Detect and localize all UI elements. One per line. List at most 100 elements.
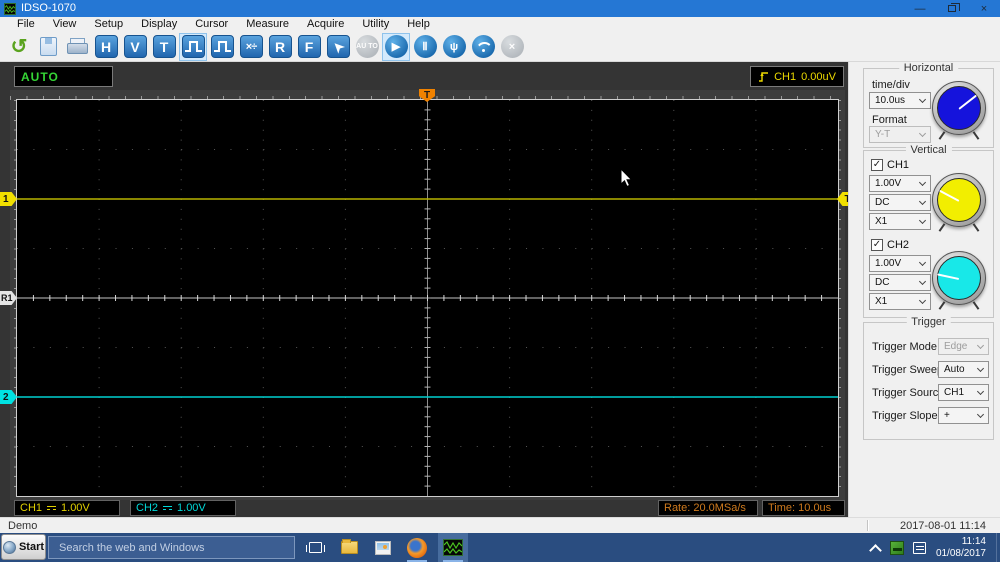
- menu-cursor[interactable]: Cursor: [186, 17, 237, 32]
- chevron-down-icon: [918, 129, 927, 137]
- show-desktop-button[interactable]: [996, 533, 1000, 562]
- menu-file[interactable]: File: [8, 17, 44, 32]
- waveform-display[interactable]: [16, 99, 839, 497]
- cursor-measure-button[interactable]: ➤: [324, 33, 352, 61]
- trigger-level-value: 0.00uV: [801, 70, 836, 83]
- idso-waveform-icon: [443, 539, 463, 556]
- trigger-mode-label: Trigger Mode: [872, 341, 938, 353]
- action-center-icon[interactable]: [912, 541, 926, 554]
- graticule-and-traces: [17, 100, 838, 496]
- square-wave-capture-icon: [210, 35, 234, 58]
- chevron-down-icon: [976, 410, 985, 418]
- timediv-select[interactable]: 10.0us: [869, 92, 931, 109]
- mouse-cursor: [620, 169, 633, 188]
- reference-button[interactable]: R: [266, 33, 294, 61]
- vertical-icon: V: [123, 35, 147, 58]
- horizontal-group-title: Horizontal: [898, 62, 959, 74]
- taskbar-clock[interactable]: 11:14 01/08/2017: [936, 536, 996, 560]
- start-button[interactable]: Start: [1, 534, 46, 560]
- menu-acquire[interactable]: Acquire: [298, 17, 353, 32]
- chevron-down-icon: [918, 216, 927, 224]
- trigger-mode-select[interactable]: Edge: [938, 338, 989, 355]
- trigger-source-select[interactable]: CH1: [938, 384, 989, 401]
- menu-display[interactable]: Display: [132, 17, 186, 32]
- taskbar-search-input[interactable]: [48, 536, 295, 559]
- save-button[interactable]: [34, 33, 62, 61]
- trigger-settings-button[interactable]: T: [150, 33, 178, 61]
- start-label: Start: [18, 541, 45, 553]
- ch2-voltdiv-select[interactable]: 1.00V: [869, 255, 931, 272]
- menu-view[interactable]: View: [44, 17, 86, 32]
- ch1-probe-select[interactable]: X1: [869, 213, 931, 230]
- menu-measure[interactable]: Measure: [237, 17, 298, 32]
- rising-edge-icon: [759, 72, 769, 82]
- firefox-icon: [407, 537, 427, 558]
- disconnect-button[interactable]: ×: [498, 33, 526, 61]
- photos-icon: [375, 540, 391, 555]
- ch1-voltdiv-select[interactable]: 1.00V: [869, 175, 931, 192]
- waveform-mode-button[interactable]: [179, 32, 207, 61]
- acquisition-mode-badge: AUTO: [14, 66, 113, 87]
- square-wave-icon: [181, 35, 205, 58]
- fft-button[interactable]: F: [295, 33, 323, 61]
- play-icon: ▶: [384, 35, 408, 58]
- print-button[interactable]: [63, 33, 91, 61]
- pause-button[interactable]: Ⅱ: [411, 33, 439, 61]
- firefox-button[interactable]: [402, 533, 432, 562]
- ch2-coupling-select[interactable]: DC: [869, 274, 931, 291]
- chevron-down-icon: [918, 296, 927, 304]
- single-capture-button[interactable]: [208, 33, 236, 61]
- math-button[interactable]: ×÷: [237, 33, 265, 61]
- idso-app-button[interactable]: [438, 533, 468, 562]
- vertical-settings-button[interactable]: V: [121, 33, 149, 61]
- horizontal-position-knob[interactable]: [932, 81, 986, 135]
- app-icon: [4, 2, 16, 15]
- dc-coupling-icon: [163, 506, 173, 512]
- tray-expand-icon[interactable]: [871, 543, 880, 552]
- menu-help[interactable]: Help: [398, 17, 439, 32]
- trigger-group-title: Trigger: [906, 316, 951, 328]
- wifi-connect-button[interactable]: [469, 33, 497, 61]
- clock-time: 11:14: [961, 535, 986, 547]
- ch2-readout: CH2 1.00V: [130, 500, 236, 516]
- control-panel: Horizontal time/div 10.0us Format Y-T Ve…: [848, 62, 1000, 517]
- window-title: IDSO-1070: [21, 2, 77, 14]
- ch2-probe-select[interactable]: X1: [869, 293, 931, 310]
- horizontal-settings-button[interactable]: H: [92, 33, 120, 61]
- trigger-slope-select[interactable]: +: [938, 407, 989, 424]
- file-explorer-button[interactable]: [334, 533, 364, 562]
- close-icon: ×: [980, 2, 988, 15]
- chevron-down-icon: [976, 364, 985, 372]
- task-view-button[interactable]: [300, 533, 330, 562]
- restore-icon: [948, 3, 960, 12]
- reference-icon: R: [268, 35, 292, 58]
- ch2-position-knob[interactable]: [932, 251, 986, 305]
- menubar: File View Setup Display Cursor Measure A…: [0, 17, 1000, 32]
- minimize-button[interactable]: —: [904, 0, 936, 17]
- taskbar: Start 11:14 01/08/2017: [0, 533, 1000, 562]
- trigger-mode-row: Trigger Mode Edge: [864, 338, 995, 355]
- connect-button[interactable]: ↺: [5, 33, 33, 61]
- restore-button[interactable]: [936, 0, 968, 17]
- trigger-slope-row: Trigger Slope +: [864, 407, 995, 424]
- menu-setup[interactable]: Setup: [85, 17, 132, 32]
- timediv-label: time/div: [872, 79, 910, 91]
- close-button[interactable]: ×: [968, 0, 1000, 17]
- trigger-group: Trigger Trigger Mode Edge Trigger Sweep …: [863, 316, 995, 440]
- idso-tray-icon[interactable]: [889, 540, 904, 555]
- math-icon: ×÷: [239, 35, 263, 58]
- ch2-checkbox[interactable]: [871, 239, 883, 251]
- chevron-down-icon: [918, 197, 927, 205]
- auto-set-button[interactable]: AU TO: [353, 33, 381, 61]
- photos-button[interactable]: [368, 533, 398, 562]
- ch1-coupling-select[interactable]: DC: [869, 194, 931, 211]
- trigger-readout-badge: CH1 0.00uV: [750, 66, 844, 87]
- trigger-sweep-select[interactable]: Auto: [938, 361, 989, 378]
- format-select[interactable]: Y-T: [869, 126, 931, 143]
- ch1-position-knob[interactable]: [932, 173, 986, 227]
- usb-connect-button[interactable]: ψ: [440, 33, 468, 61]
- trigger-slope-label: Trigger Slope: [872, 410, 938, 422]
- menu-utility[interactable]: Utility: [353, 17, 398, 32]
- ch1-checkbox[interactable]: [871, 159, 883, 171]
- run-button[interactable]: ▶: [382, 32, 410, 61]
